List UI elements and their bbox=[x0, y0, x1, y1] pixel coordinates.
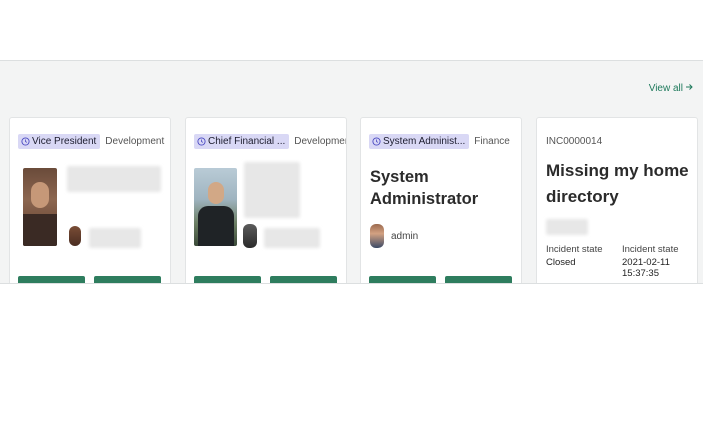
user-id: admin bbox=[391, 231, 419, 242]
user-photo bbox=[23, 168, 57, 246]
manager-avatar bbox=[69, 226, 81, 246]
incident-title-line2: directory bbox=[546, 187, 619, 206]
user-card-vice-president[interactable]: Vice President Development bbox=[9, 117, 171, 283]
field-value: Closed bbox=[546, 257, 576, 268]
tag-label: Chief Financial ... bbox=[208, 136, 286, 147]
view-all-label: View all bbox=[648, 83, 683, 94]
record-cards-panel: View all Vice President Development Chie… bbox=[0, 60, 703, 284]
card-action-button-2[interactable] bbox=[94, 276, 161, 283]
user-card-system-administrator[interactable]: System Administ... Finance System Admini… bbox=[360, 117, 522, 283]
field-label: Incident state bbox=[546, 244, 603, 255]
user-name: System Administrator bbox=[370, 168, 479, 208]
department-label: Finance bbox=[474, 136, 510, 147]
card-action-button-1[interactable] bbox=[194, 276, 261, 283]
user-photo bbox=[194, 168, 237, 246]
tag-label: Vice President bbox=[32, 136, 97, 147]
manager-name-redacted bbox=[264, 228, 320, 248]
title-tag: Vice President bbox=[18, 134, 101, 149]
card-action-button-2[interactable] bbox=[445, 276, 512, 283]
clock-icon bbox=[372, 137, 381, 146]
card-action-button-1[interactable] bbox=[369, 276, 436, 283]
card-action-button-1[interactable] bbox=[18, 276, 85, 283]
redacted-field bbox=[546, 219, 588, 235]
arrow-right-icon bbox=[685, 83, 693, 94]
user-name-redacted bbox=[67, 166, 161, 192]
clock-icon bbox=[21, 137, 30, 146]
tag-label: System Administ... bbox=[383, 136, 466, 147]
field-value: 2021-02-11 15:37:35 bbox=[622, 257, 670, 279]
user-card-chief-financial[interactable]: Chief Financial ... Development bbox=[185, 117, 347, 283]
incident-number: INC0000014 bbox=[546, 136, 603, 147]
card-action-button-2[interactable] bbox=[270, 276, 337, 283]
department-label: Development bbox=[294, 136, 346, 147]
incident-title-line1: Missing my home bbox=[546, 161, 689, 180]
view-all-link[interactable]: View all bbox=[649, 83, 693, 94]
title-tag: Chief Financial ... bbox=[194, 134, 290, 149]
manager-name-redacted bbox=[89, 228, 141, 248]
department-label: Development bbox=[105, 136, 165, 147]
user-name-redacted bbox=[244, 162, 300, 218]
field-label: Incident state bbox=[622, 244, 679, 255]
user-avatar bbox=[370, 224, 384, 248]
title-tag: System Administ... bbox=[369, 134, 470, 149]
clock-icon bbox=[197, 137, 206, 146]
incident-card[interactable]: INC0000014 Missing my home directory Inc… bbox=[536, 117, 698, 283]
manager-avatar bbox=[243, 224, 257, 248]
